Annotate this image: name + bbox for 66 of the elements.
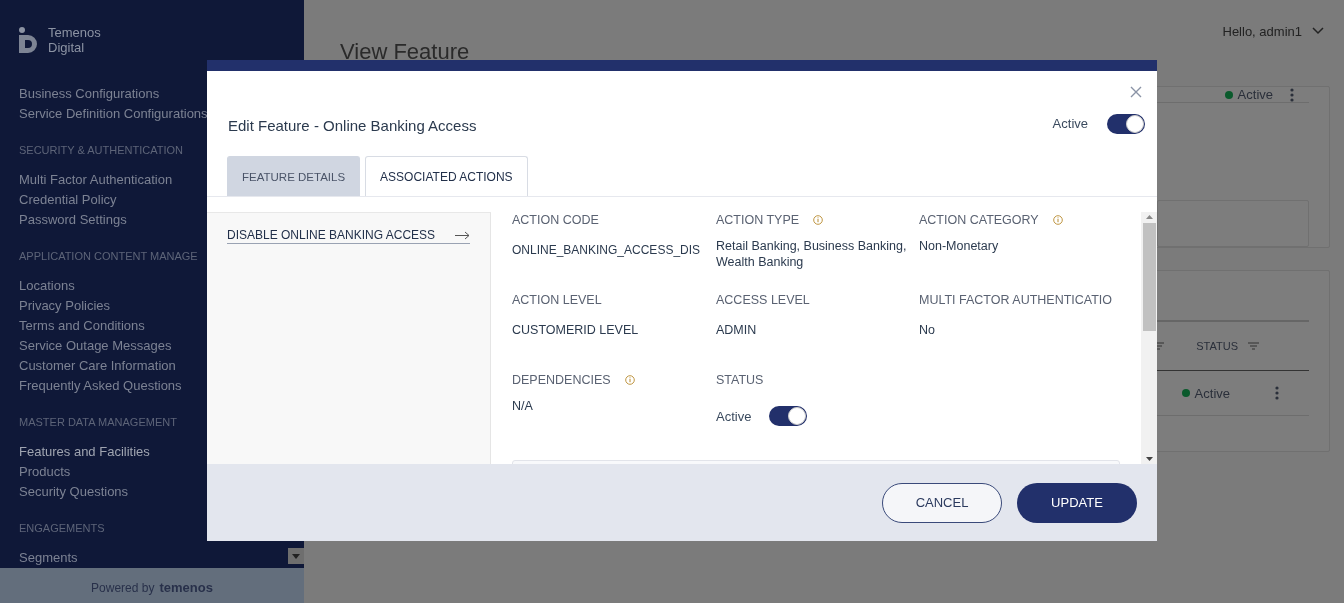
field-value: N/A [512, 398, 534, 414]
section-heading: ENGAGEMENTS [19, 522, 105, 534]
sidebar-item[interactable]: Customer Care Information [19, 356, 176, 376]
sidebar-item[interactable]: Features and Facilities [19, 442, 150, 462]
powered-by-text: Powered by [91, 580, 155, 595]
field-value: Non-Monetary [919, 238, 1000, 254]
page-title: View Feature [340, 38, 471, 66]
field-label: STATUS [716, 373, 764, 387]
sidebar-item[interactable]: Password Settings [19, 210, 127, 230]
field-label: ACTION CATEGORY [919, 213, 1039, 227]
info-icon[interactable] [624, 375, 635, 385]
section-heading: MASTER DATA MANAGEMENT [19, 416, 177, 428]
info-icon[interactable] [1052, 215, 1063, 225]
brand-name: Temenos [48, 25, 101, 40]
field-value: ADMIN [716, 322, 758, 338]
sidebar-item[interactable]: Locations [19, 276, 75, 296]
scroll-down-arrow-icon[interactable] [1145, 457, 1153, 461]
sidebar-item[interactable]: Products [19, 462, 71, 482]
field-value: ONLINE_BANKING_ACCESS_DIS [512, 242, 702, 258]
status-text: Active [1237, 87, 1273, 103]
more-options-icon[interactable] [1275, 386, 1279, 400]
sidebar-item[interactable]: Service Definition Configurations [19, 104, 208, 124]
tab[interactable]: FEATURE DETAILS [227, 156, 361, 196]
sidebar-item[interactable]: Multi Factor Authentication [19, 170, 173, 190]
brand-name: temenos [159, 580, 213, 595]
dialog-title: Edit Feature - Online Banking Access [228, 117, 477, 134]
field-value: CUSTOMERID LEVEL [512, 322, 640, 338]
brand-name: Digital [48, 40, 86, 55]
update-button[interactable]: UPDATE [1017, 482, 1137, 523]
status-value: Active [716, 408, 752, 424]
scrollbar[interactable] [1141, 212, 1157, 464]
close-icon[interactable] [1130, 86, 1142, 98]
field-value: No [919, 322, 936, 338]
sidebar-item[interactable]: Segments [19, 548, 78, 568]
sidebar-item[interactable]: Privacy Policies [19, 296, 111, 316]
arrow-right-icon [455, 230, 470, 240]
field-label: ACTION CODE [512, 213, 599, 227]
tab[interactable]: ASSOCIATED ACTIONS [365, 156, 528, 196]
user-greeting[interactable]: Hello, admin1 [1222, 23, 1302, 39]
sidebar-item[interactable]: Service Outage Messages [19, 336, 172, 356]
field-label: ACTION LEVEL [512, 293, 602, 307]
status-text: Active [1194, 385, 1230, 401]
sidebar-item[interactable]: Terms and Conditions [19, 316, 145, 336]
sidebar-item[interactable]: Frequently Asked Questions [19, 376, 182, 396]
field-label: DEPENDENCIES [512, 373, 611, 387]
field-label: MULTI FACTOR AUTHENTICATIO [919, 293, 1113, 307]
section-heading: SECURITY & AUTHENTICATION [19, 144, 183, 156]
sidebar-item[interactable]: Credential Policy [19, 190, 117, 210]
scroll-up-arrow-icon[interactable] [1145, 215, 1153, 219]
action-item[interactable]: DISABLE ONLINE BANKING ACCESS [227, 228, 470, 244]
field-label: ACCESS LEVEL [716, 293, 810, 307]
sidebar-item[interactable]: Security Questions [19, 482, 129, 502]
info-icon[interactable] [813, 215, 824, 225]
sidebar-item[interactable]: Business Configurations [19, 84, 160, 104]
chevron-down-icon[interactable] [1312, 27, 1324, 35]
more-options-icon[interactable] [1290, 87, 1294, 102]
cancel-button[interactable]: CANCEL [882, 482, 1002, 523]
column-header[interactable]: STATUS [1196, 340, 1238, 352]
active-label: Active [1052, 116, 1088, 131]
field-value: Retail Banking, Business Banking, Wealth Banking [716, 238, 908, 270]
field-label: ACTION TYPE [716, 213, 800, 227]
status-dot [1181, 389, 1190, 397]
status-dot [1224, 90, 1233, 99]
section-heading: APPLICATION CONTENT MANAGE [19, 250, 198, 262]
active-toggle[interactable] [1107, 113, 1145, 134]
status-toggle[interactable] [769, 406, 808, 426]
